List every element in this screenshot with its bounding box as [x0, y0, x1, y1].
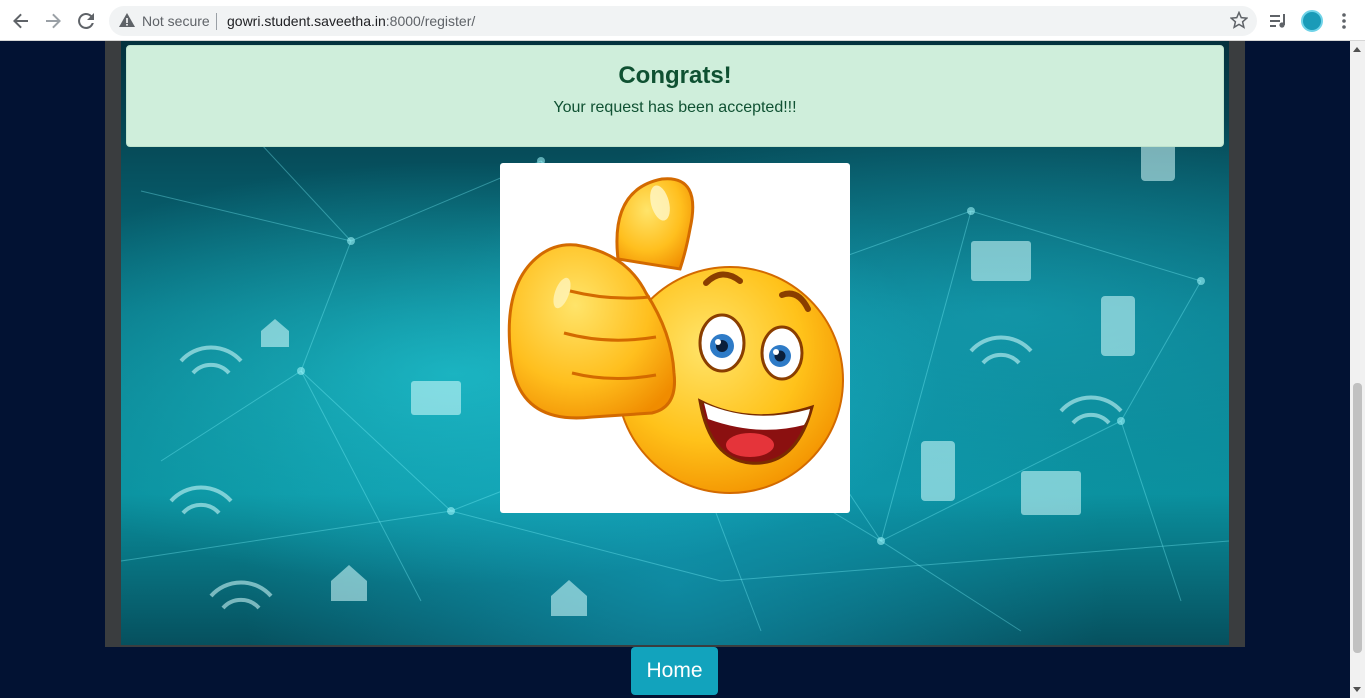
- menu-button[interactable]: [1331, 8, 1357, 34]
- address-bar[interactable]: Not secure gowri.student.saveetha.in:800…: [109, 6, 1257, 36]
- back-icon: [13, 13, 28, 29]
- avatar: [1301, 10, 1323, 32]
- profile-button[interactable]: [1299, 8, 1325, 34]
- alert-title: Congrats!: [618, 62, 732, 89]
- url-path: :8000/register/: [385, 13, 476, 29]
- browser-toolbar: Not secure gowri.student.saveetha.in:800…: [0, 0, 1365, 41]
- home-button[interactable]: Home: [631, 647, 718, 695]
- media-icon: [1270, 14, 1285, 28]
- thumbs-up-smiley-icon: [507, 177, 844, 494]
- reload-icon: [78, 12, 94, 29]
- kebab-menu-icon: [1342, 13, 1346, 29]
- url-text[interactable]: gowri.student.saveetha.in:8000/register/: [227, 13, 475, 29]
- reload-button[interactable]: [73, 8, 99, 34]
- scroll-down-arrow-icon[interactable]: [1353, 687, 1361, 692]
- alert-message: Your request has been accepted!!!: [553, 99, 797, 116]
- star-icon[interactable]: [1230, 11, 1248, 29]
- media-control-button[interactable]: [1266, 8, 1292, 34]
- warning-icon: [119, 13, 135, 27]
- forward-button[interactable]: [40, 8, 66, 34]
- back-button[interactable]: [8, 8, 34, 34]
- scroll-thumb[interactable]: [1353, 383, 1362, 653]
- divider: [216, 13, 217, 30]
- security-label[interactable]: Not secure: [142, 13, 210, 29]
- scroll-up-arrow-icon[interactable]: [1353, 47, 1361, 52]
- success-alert: Congrats! Your request has been accepted…: [126, 45, 1224, 147]
- forward-icon: [46, 13, 61, 29]
- thumbs-up-image: [500, 163, 850, 513]
- url-host: gowri.student.saveetha.in: [227, 13, 386, 29]
- page-scrollbar[interactable]: [1350, 41, 1365, 698]
